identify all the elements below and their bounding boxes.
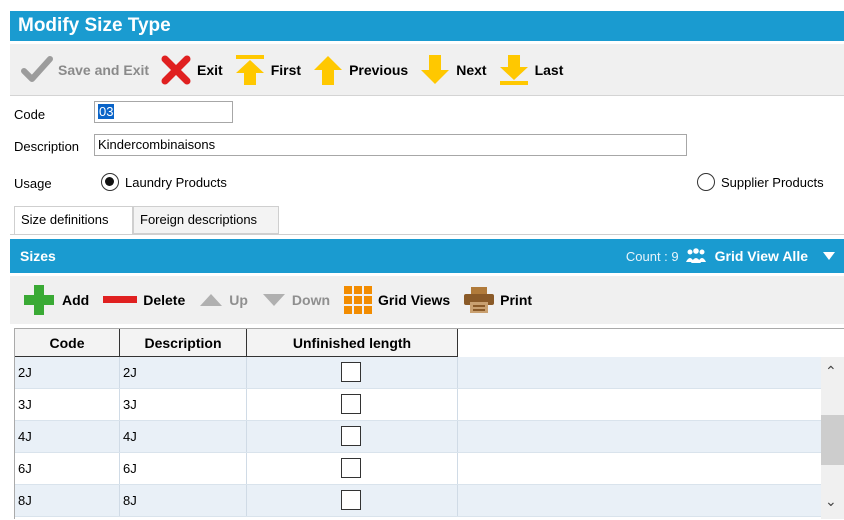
arrow-up-icon bbox=[314, 55, 343, 85]
tab-foreign-descriptions[interactable]: Foreign descriptions bbox=[133, 206, 279, 234]
code-label: Code bbox=[14, 107, 46, 122]
next-label: Next bbox=[456, 61, 487, 78]
scroll-up-icon[interactable]: ⌃ bbox=[825, 363, 837, 380]
previous-label: Previous bbox=[349, 61, 409, 78]
previous-button[interactable]: Previous bbox=[311, 53, 408, 87]
cell-code[interactable]: 6J bbox=[15, 453, 120, 484]
up-label: Up bbox=[229, 292, 248, 308]
sizes-toolbar: Add Delete Up Down Grid Views Print bbox=[10, 276, 844, 324]
grid-views-button[interactable]: Grid Views bbox=[344, 286, 450, 314]
cell-description[interactable]: 8J bbox=[120, 485, 247, 516]
triangle-up-icon bbox=[200, 294, 223, 306]
radio-unselected-icon bbox=[697, 173, 715, 191]
down-label: Down bbox=[291, 292, 331, 308]
unfinished-length-checkbox[interactable] bbox=[341, 490, 361, 510]
cell-unfinished-length bbox=[247, 389, 458, 420]
print-label: Print bbox=[500, 292, 533, 308]
chevron-down-icon[interactable] bbox=[822, 251, 836, 261]
last-button[interactable]: Last bbox=[497, 53, 564, 87]
table-row[interactable]: 8J 8J bbox=[15, 485, 821, 517]
vertical-scrollbar[interactable]: ⌃ ⌄ bbox=[821, 357, 844, 519]
column-header-unfinished-length[interactable]: Unfinished length bbox=[247, 329, 458, 357]
supplier-products-label: Supplier Products bbox=[721, 174, 824, 190]
cell-description[interactable]: 3J bbox=[120, 389, 247, 420]
table-row[interactable]: 2J 2J bbox=[15, 357, 821, 389]
cell-description[interactable]: 6J bbox=[120, 453, 247, 484]
save-and-exit-button[interactable]: Save and Exit bbox=[20, 53, 149, 87]
down-button[interactable]: Down bbox=[262, 292, 330, 308]
usage-label: Usage bbox=[14, 176, 52, 191]
description-label: Description bbox=[14, 139, 80, 154]
cell-description[interactable]: 4J bbox=[120, 421, 247, 452]
column-header-description[interactable]: Description bbox=[120, 329, 247, 357]
sizes-title: Sizes bbox=[20, 248, 56, 264]
delete-label: Delete bbox=[143, 292, 186, 308]
table-row[interactable]: 4J 4J bbox=[15, 421, 821, 453]
code-value: 03 bbox=[98, 104, 115, 119]
plus-icon bbox=[24, 285, 54, 315]
grid-icon bbox=[344, 286, 373, 314]
arrow-first-icon bbox=[235, 54, 264, 85]
exit-button[interactable]: Exit bbox=[159, 53, 223, 87]
radio-selected-icon bbox=[101, 173, 119, 191]
up-button[interactable]: Up bbox=[199, 292, 248, 308]
checkmark-icon bbox=[21, 55, 53, 82]
users-icon bbox=[685, 248, 706, 263]
triangle-down-icon bbox=[262, 294, 285, 306]
table-row[interactable]: 3J 3J bbox=[15, 389, 821, 421]
cell-unfinished-length bbox=[247, 421, 458, 452]
cell-unfinished-length bbox=[247, 453, 458, 484]
add-label: Add bbox=[62, 292, 90, 308]
cell-code[interactable]: 4J bbox=[15, 421, 120, 452]
close-icon bbox=[161, 55, 191, 84]
unfinished-length-checkbox[interactable] bbox=[341, 458, 361, 478]
radio-supplier-products[interactable]: Supplier Products bbox=[697, 173, 824, 191]
next-button[interactable]: Next bbox=[418, 53, 487, 87]
last-label: Last bbox=[534, 61, 564, 78]
first-label: First bbox=[270, 61, 302, 78]
arrow-down-icon bbox=[421, 54, 450, 84]
arrow-last-icon bbox=[499, 54, 528, 85]
cell-unfinished-length bbox=[247, 485, 458, 516]
add-button[interactable]: Add bbox=[22, 283, 89, 317]
delete-button[interactable]: Delete bbox=[103, 292, 185, 308]
tab-divider bbox=[10, 234, 844, 235]
code-field[interactable]: 03 bbox=[94, 101, 233, 123]
tab-size-definitions[interactable]: Size definitions bbox=[14, 206, 133, 235]
table-row[interactable]: 6J 6J bbox=[15, 453, 821, 485]
sizes-header: Sizes Count : 9 Grid View Alle bbox=[10, 239, 844, 273]
printer-icon bbox=[464, 287, 495, 313]
scroll-down-icon[interactable]: ⌄ bbox=[825, 493, 837, 510]
minus-icon bbox=[103, 296, 138, 303]
scrollbar-thumb[interactable] bbox=[821, 415, 844, 465]
print-button[interactable]: Print bbox=[464, 287, 532, 313]
cell-code[interactable]: 8J bbox=[15, 485, 120, 516]
grid-view-selector[interactable]: Grid View Alle bbox=[715, 248, 808, 264]
unfinished-length-checkbox[interactable] bbox=[341, 426, 361, 446]
record-count: Count : 9 bbox=[625, 248, 679, 264]
cell-code[interactable]: 3J bbox=[15, 389, 120, 420]
laundry-products-label: Laundry Products bbox=[125, 174, 227, 190]
radio-laundry-products[interactable]: Laundry Products bbox=[101, 173, 227, 191]
unfinished-length-checkbox[interactable] bbox=[341, 394, 361, 414]
save-and-exit-label: Save and Exit bbox=[58, 61, 150, 78]
first-button[interactable]: First bbox=[233, 53, 301, 87]
cell-description[interactable]: 2J bbox=[120, 357, 247, 388]
cell-unfinished-length bbox=[247, 357, 458, 388]
main-toolbar: Save and Exit Exit First Previous Next L… bbox=[10, 44, 844, 96]
unfinished-length-checkbox[interactable] bbox=[341, 362, 361, 382]
grid-views-label: Grid Views bbox=[378, 292, 451, 308]
column-header-code[interactable]: Code bbox=[15, 329, 120, 357]
cell-code[interactable]: 2J bbox=[15, 357, 120, 388]
window-title: Modify Size Type bbox=[10, 11, 844, 41]
description-field[interactable]: Kindercombinaisons bbox=[94, 134, 687, 156]
sizes-grid: Code Description Unfinished length 2J 2J… bbox=[14, 328, 844, 519]
exit-label: Exit bbox=[197, 61, 223, 78]
